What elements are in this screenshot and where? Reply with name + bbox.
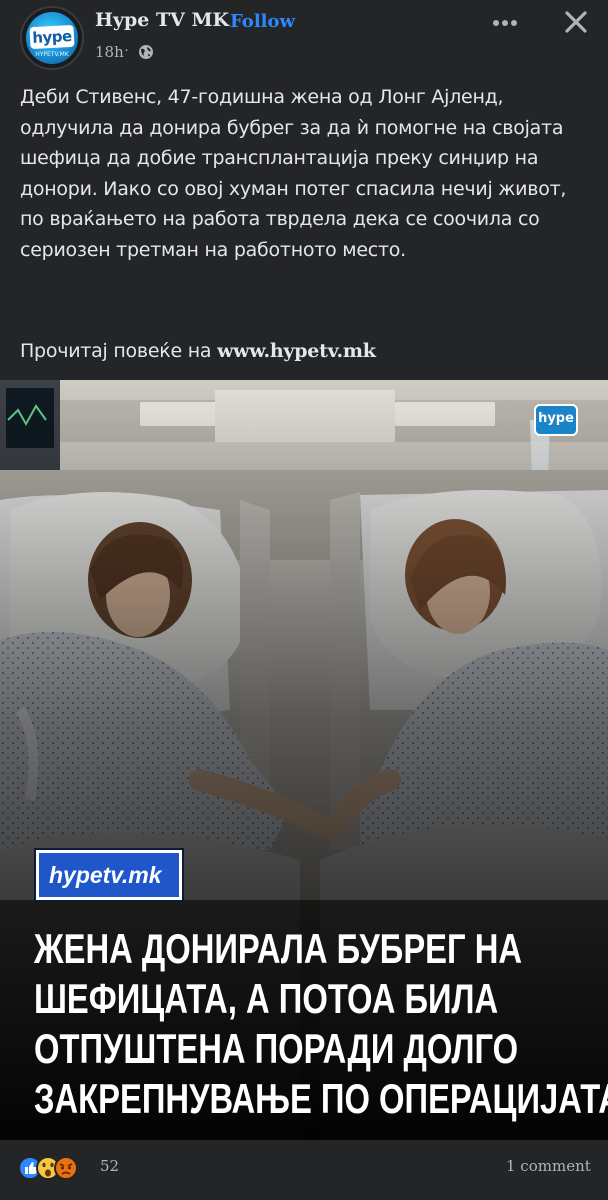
- follow-separator: ·: [218, 11, 224, 32]
- more-options-icon[interactable]: [492, 12, 518, 34]
- globe-icon[interactable]: [138, 44, 154, 60]
- website-link[interactable]: www.hypetv.mk: [217, 340, 376, 362]
- reactions-summary[interactable]: [18, 1155, 98, 1181]
- post-footer: 52 1 comment: [0, 1140, 608, 1200]
- avatar-logo-sub: HYPETV.MK: [35, 51, 69, 58]
- page-name-link[interactable]: Hype TV MK: [95, 9, 229, 31]
- post-header: hype HYPETV.MK Hype TV MK · Follow 18h ·: [0, 0, 608, 74]
- headline-line: ОТПУШТЕНА ПОРАДИ ДОЛГО: [34, 1025, 519, 1072]
- headline-line: ЖЕНА ДОНИРАЛА БУБРЕГ НА: [34, 925, 523, 972]
- avatar-logo-word: hype: [29, 24, 75, 50]
- page-avatar[interactable]: hype HYPETV.MK: [20, 6, 84, 70]
- follow-label: Follow: [230, 11, 295, 32]
- timestamp-separator: ·: [124, 41, 129, 58]
- post-timestamp[interactable]: 18h: [95, 43, 124, 61]
- comment-count-link[interactable]: 1 comment: [506, 1157, 591, 1175]
- angry-icon: [54, 1156, 78, 1180]
- read-more-line: Прочитај повеќе на www.hypetv.mk: [20, 340, 376, 362]
- headline-line: ЗАКРЕПНУВАЊЕ ПО ОПЕРАЦИЈАТА!: [34, 1075, 608, 1122]
- post-body-text: Деби Стивенс, 47-годишна жена од Лонг Ај…: [20, 86, 567, 261]
- follow-button[interactable]: · Follow: [218, 11, 295, 32]
- hype-watermark-badge: hype: [534, 404, 578, 436]
- reaction-count[interactable]: 52: [100, 1157, 119, 1175]
- hype-watermark-text: hype: [538, 411, 574, 426]
- read-more-prefix: Прочитај повеќе на: [20, 340, 212, 362]
- site-tag-text: hypetv.mk: [49, 862, 162, 888]
- close-icon[interactable]: [562, 8, 590, 36]
- site-tag: hypetv.mk: [36, 850, 182, 900]
- photo-headline: ЖЕНА ДОНИРАЛА БУБРЕГ НА ШЕФИЦАТА, А ПОТО…: [34, 924, 608, 1124]
- headline-line: ШЕФИЦАТА, А ПОТОА БИЛА: [34, 975, 499, 1022]
- post-photo[interactable]: hype hypetv.mk ЖЕНА ДОНИРАЛА БУБРЕГ НА Ш…: [0, 380, 608, 1140]
